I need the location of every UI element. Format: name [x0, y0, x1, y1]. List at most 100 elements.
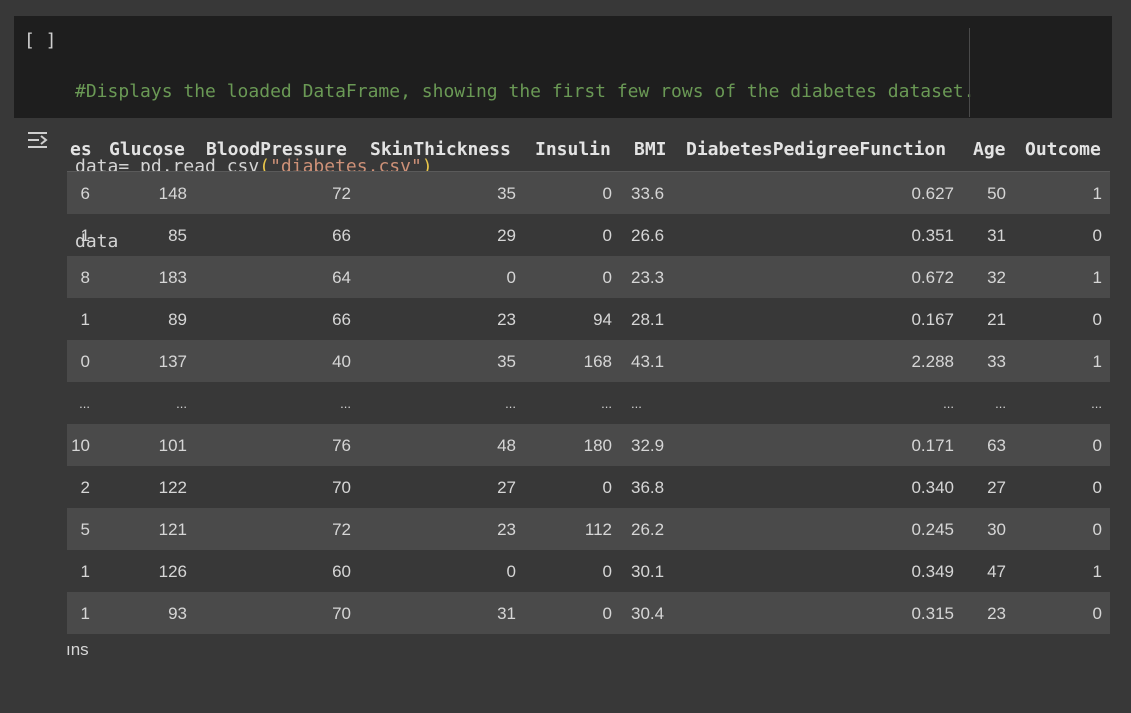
table-row: 1 93 70 31 0 30.4 0.315 23 0 — [67, 592, 1110, 634]
table-cell: 137 — [158, 352, 187, 371]
table-cell: 70 — [332, 478, 351, 497]
table-cell: 23.3 — [631, 268, 665, 287]
column-header: Age — [973, 139, 1006, 160]
table-cell: 1 — [80, 562, 90, 581]
table-cell: ... — [79, 396, 90, 411]
table-cell: 36.8 — [631, 478, 665, 497]
table-row: 1 85 66 29 0 26.6 0.351 31 0 — [67, 214, 1110, 256]
table-cell: 5 — [80, 520, 90, 539]
dataframe-shape-footer: ıns — [66, 640, 89, 659]
table-cell: 0 — [602, 268, 612, 287]
table-row: 5 121 72 23 112 26.2 0.245 30 0 — [67, 508, 1110, 550]
table-cell: 180 — [583, 436, 612, 455]
table-cell: 0.627 — [911, 184, 954, 203]
table-cell: 26.6 — [631, 226, 665, 245]
table-cell: 183 — [158, 268, 187, 287]
table-cell: 0 — [1092, 226, 1102, 245]
table-cell: ... — [505, 396, 516, 411]
run-cell-button[interactable]: [ ] — [24, 30, 57, 51]
column-header: BMI — [634, 139, 667, 160]
table-cell: ... — [1091, 396, 1102, 411]
table-cell: 27 — [987, 478, 1006, 497]
table-cell: 30 — [987, 520, 1006, 539]
table-cell: 40 — [332, 352, 351, 371]
table-cell: ... — [995, 396, 1006, 411]
table-cell: 2 — [80, 478, 90, 497]
output-toggle-icon[interactable] — [27, 130, 55, 154]
table-row: 6 148 72 35 0 33.6 0.627 50 1 — [67, 172, 1110, 214]
table-cell: 122 — [158, 478, 187, 497]
code-line-1: #Displays the loaded DataFrame, showing … — [75, 79, 974, 104]
table-cell: 0 — [1092, 436, 1102, 455]
table-cell: 23 — [987, 604, 1006, 623]
table-cell: 35 — [497, 184, 516, 203]
table-cell: ... — [340, 396, 351, 411]
table-cell: 10 — [71, 436, 90, 455]
table-cell: 0.349 — [911, 562, 954, 581]
table-cell: 0.672 — [911, 268, 954, 287]
table-cell: 101 — [158, 436, 187, 455]
table-cell: 0.245 — [911, 520, 954, 539]
table-cell: 47 — [987, 562, 1006, 581]
table-cell: 43.1 — [631, 352, 665, 371]
table-cell: 31 — [987, 226, 1006, 245]
column-header: es — [70, 139, 92, 160]
table-cell: 1 — [1092, 562, 1102, 581]
table-cell: 35 — [497, 352, 516, 371]
column-header: DiabetesPedigreeFunction — [686, 139, 947, 160]
table-cell: 0.351 — [911, 226, 954, 245]
table-cell: 72 — [332, 520, 351, 539]
table-cell: 112 — [584, 520, 612, 539]
table-row: 1 126 60 0 0 30.1 0.349 47 1 — [67, 550, 1110, 592]
table-cell: 0 — [602, 226, 612, 245]
table-cell: 93 — [168, 604, 187, 623]
table-cell: 27 — [497, 478, 516, 497]
table-cell: 0 — [1092, 604, 1102, 623]
table-cell: 64 — [332, 268, 351, 287]
table-cell: 0.167 — [911, 310, 954, 329]
table-cell: 1 — [1092, 352, 1102, 371]
dataframe-table: es Glucose BloodPressure SkinThickness Insul… — [67, 130, 1110, 634]
table-cell: 0 — [506, 268, 516, 287]
editor-ruler — [969, 28, 970, 117]
table-cell: 21 — [987, 310, 1006, 329]
column-header: Glucose — [109, 139, 185, 160]
table-row: ........................... — [67, 382, 1110, 424]
table-row: 1 89 66 23 94 28.1 0.167 21 0 — [67, 298, 1110, 340]
table-cell: 2.288 — [911, 352, 954, 371]
table-cell: 0 — [602, 478, 612, 497]
code-comment: #Displays the loaded DataFrame, showing … — [75, 81, 975, 102]
table-cell: 89 — [168, 310, 187, 329]
table-cell: 23 — [497, 310, 516, 329]
column-header: Insulin — [535, 139, 611, 160]
table-cell: 6 — [80, 184, 90, 203]
table-cell: 0 — [1092, 478, 1102, 497]
table-cell: 85 — [168, 226, 187, 245]
table-cell: 0.340 — [911, 478, 954, 497]
table-cell: 0.315 — [911, 604, 954, 623]
table-row: 2 122 70 27 0 36.8 0.340 27 0 — [67, 466, 1110, 508]
table-cell: 32.9 — [631, 436, 665, 455]
table-cell: 0 — [602, 562, 612, 581]
table-cell: 70 — [332, 604, 351, 623]
table-cell: 1 — [1092, 268, 1102, 287]
table-cell: 76 — [332, 436, 351, 455]
table-cell: 30.4 — [631, 604, 665, 623]
table-cell: 148 — [158, 184, 187, 203]
table-row: 10 101 76 48 180 32.9 0.171 63 0 — [67, 424, 1110, 466]
table-cell: 33.6 — [631, 184, 665, 203]
table-cell: 63 — [987, 436, 1006, 455]
table-cell: 28.1 — [631, 310, 665, 329]
table-cell: 8 — [80, 268, 90, 287]
table-cell: ... — [943, 396, 954, 411]
table-cell: 30.1 — [631, 562, 665, 581]
table-cell: 66 — [332, 226, 351, 245]
table-cell: ... — [631, 396, 642, 411]
table-cell: 60 — [332, 562, 351, 581]
table-cell: 1 — [80, 226, 90, 245]
table-cell: 94 — [593, 310, 612, 329]
column-header: Outcome — [1025, 139, 1101, 160]
table-cell: ... — [601, 396, 612, 411]
table-cell: 31 — [497, 604, 516, 623]
table-header: es Glucose BloodPressure SkinThickness Insul… — [67, 130, 1110, 172]
